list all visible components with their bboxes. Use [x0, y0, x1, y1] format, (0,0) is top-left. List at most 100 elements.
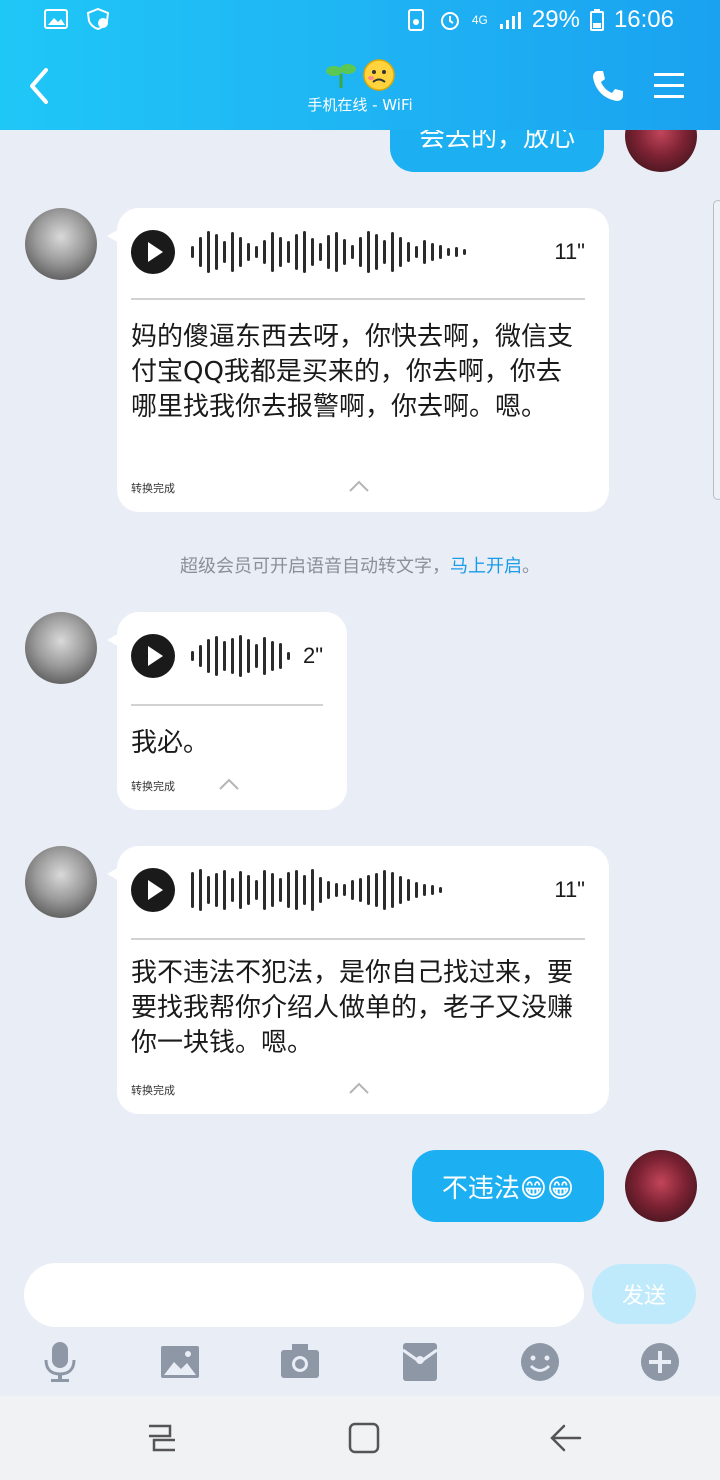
- recycle-icon: [407, 9, 424, 31]
- waveform-bar: [191, 246, 194, 258]
- voice-duration: 11": [554, 877, 585, 902]
- message-input[interactable]: [24, 1263, 584, 1327]
- waveform-bar: [383, 870, 386, 910]
- voice-duration: 11": [554, 239, 585, 264]
- waveform-bar: [231, 232, 234, 272]
- message-text: 不违法😁😁: [441, 1173, 575, 1204]
- transcription-text: 我必。: [131, 728, 210, 758]
- waveform-bar: [303, 231, 306, 273]
- waveform-bar: [391, 872, 394, 908]
- send-button[interactable]: 发送: [592, 1264, 696, 1324]
- scrollbar[interactable]: [713, 200, 720, 500]
- notice-tail: 。: [522, 556, 540, 577]
- voice-waveform: [191, 634, 290, 678]
- phone-icon[interactable]: [590, 68, 626, 104]
- waveform-bar: [223, 241, 226, 263]
- contact-avatar[interactable]: [25, 612, 97, 684]
- waveform-bar: [215, 234, 218, 270]
- input-toolbar: [0, 1340, 720, 1384]
- home-icon[interactable]: [346, 1420, 382, 1456]
- waveform-bar: [287, 652, 290, 660]
- collapse-chevron-icon[interactable]: [349, 1082, 369, 1094]
- waveform-bar: [423, 240, 426, 264]
- waveform-bar: [351, 245, 354, 259]
- red-packet-icon[interactable]: [398, 1340, 442, 1384]
- transcription-text: 妈的傻逼东西去呀，你快去啊，微信支付宝QQ我都是买来的，你去啊，你去哪里找我你去…: [131, 322, 574, 422]
- waveform-bar: [431, 243, 434, 261]
- menu-icon[interactable]: [652, 68, 686, 102]
- waveform-bar: [343, 884, 346, 896]
- waveform-bar: [239, 237, 242, 267]
- waveform-bar: [263, 240, 266, 264]
- voice-message-3[interactable]: 11" 我不违法不犯法，是你自己找过来，要要找我帮你介绍人做单的，老子又没赚你一…: [107, 846, 609, 1114]
- alarm-icon: [440, 12, 459, 30]
- waveform-bar: [447, 248, 450, 256]
- microphone-icon[interactable]: [38, 1340, 82, 1384]
- battery-icon: [589, 9, 604, 31]
- waveform-bar: [263, 637, 266, 675]
- waveform-bar: [455, 247, 458, 257]
- voice-duration: 2": [302, 643, 323, 668]
- play-button[interactable]: [131, 634, 175, 678]
- waveform-bar: [215, 873, 218, 907]
- waveform-bar: [271, 873, 274, 907]
- waveform-bar: [439, 887, 442, 893]
- waveform-bar: [279, 878, 282, 902]
- status-bar: 4G 29% 16:06: [0, 0, 720, 42]
- voice-message-2[interactable]: 2" 我必。 转换完成: [107, 612, 347, 810]
- waveform-bar: [239, 871, 242, 909]
- waveform-bar: [247, 243, 250, 261]
- shield-notification-icon: [86, 8, 110, 30]
- collapse-chevron-icon[interactable]: [349, 480, 369, 492]
- play-button[interactable]: [131, 230, 175, 274]
- recent-apps-icon[interactable]: [144, 1420, 180, 1456]
- waveform-bar: [231, 878, 234, 902]
- divider: [131, 704, 323, 706]
- voice-waveform: [191, 868, 442, 912]
- waveform-bar: [223, 641, 226, 671]
- svip-notice: 超级会员可开启语音自动转文字，马上开启。: [0, 552, 720, 578]
- waveform-bar: [207, 639, 210, 673]
- gallery-notification-icon: [44, 9, 68, 29]
- outgoing-message[interactable]: 不违法😁😁: [412, 1150, 604, 1222]
- conversion-status: 转换完成: [131, 780, 175, 793]
- waveform-bar: [351, 880, 354, 900]
- waveform-bar: [335, 883, 338, 897]
- contact-avatar[interactable]: [25, 208, 97, 280]
- waveform-bar: [375, 873, 378, 907]
- waveform-bar: [199, 869, 202, 911]
- waveform-bar: [199, 645, 202, 667]
- waveform-bar: [359, 237, 362, 267]
- waveform-bar: [343, 239, 346, 265]
- collapse-chevron-icon[interactable]: [219, 778, 239, 790]
- waveform-bar: [303, 875, 306, 905]
- waveform-bar: [255, 246, 258, 258]
- camera-icon[interactable]: [278, 1340, 322, 1384]
- waveform-bar: [375, 234, 378, 270]
- waveform-bar: [207, 876, 210, 904]
- waveform-bar: [223, 870, 226, 910]
- waveform-bar: [311, 869, 314, 911]
- waveform-bar: [359, 878, 362, 902]
- waveform-bar: [295, 234, 298, 270]
- conversion-status: 转换完成: [131, 482, 175, 495]
- plus-icon[interactable]: [638, 1340, 682, 1384]
- enable-auto-convert-link[interactable]: 马上开启: [450, 556, 522, 577]
- system-nav-bar: [0, 1396, 720, 1480]
- image-icon[interactable]: [158, 1340, 202, 1384]
- play-button[interactable]: [131, 868, 175, 912]
- waveform-bar: [415, 246, 418, 258]
- waveform-bar: [319, 243, 322, 261]
- my-avatar[interactable]: [625, 1150, 697, 1222]
- waveform-bar: [231, 638, 234, 674]
- waveform-bar: [239, 635, 242, 677]
- voice-message-1[interactable]: 11" 妈的傻逼东西去呀，你快去啊，微信支付宝QQ我都是买来的，你去啊，你去哪里…: [107, 208, 609, 512]
- conversion-status: 转换完成: [131, 1084, 175, 1097]
- waveform-bar: [327, 235, 330, 269]
- waveform-bar: [407, 879, 410, 901]
- nav-back-icon[interactable]: [548, 1420, 584, 1456]
- emoji-icon[interactable]: [518, 1340, 562, 1384]
- contact-avatar[interactable]: [25, 846, 97, 918]
- waveform-bar: [367, 231, 370, 273]
- waveform-bar: [327, 881, 330, 899]
